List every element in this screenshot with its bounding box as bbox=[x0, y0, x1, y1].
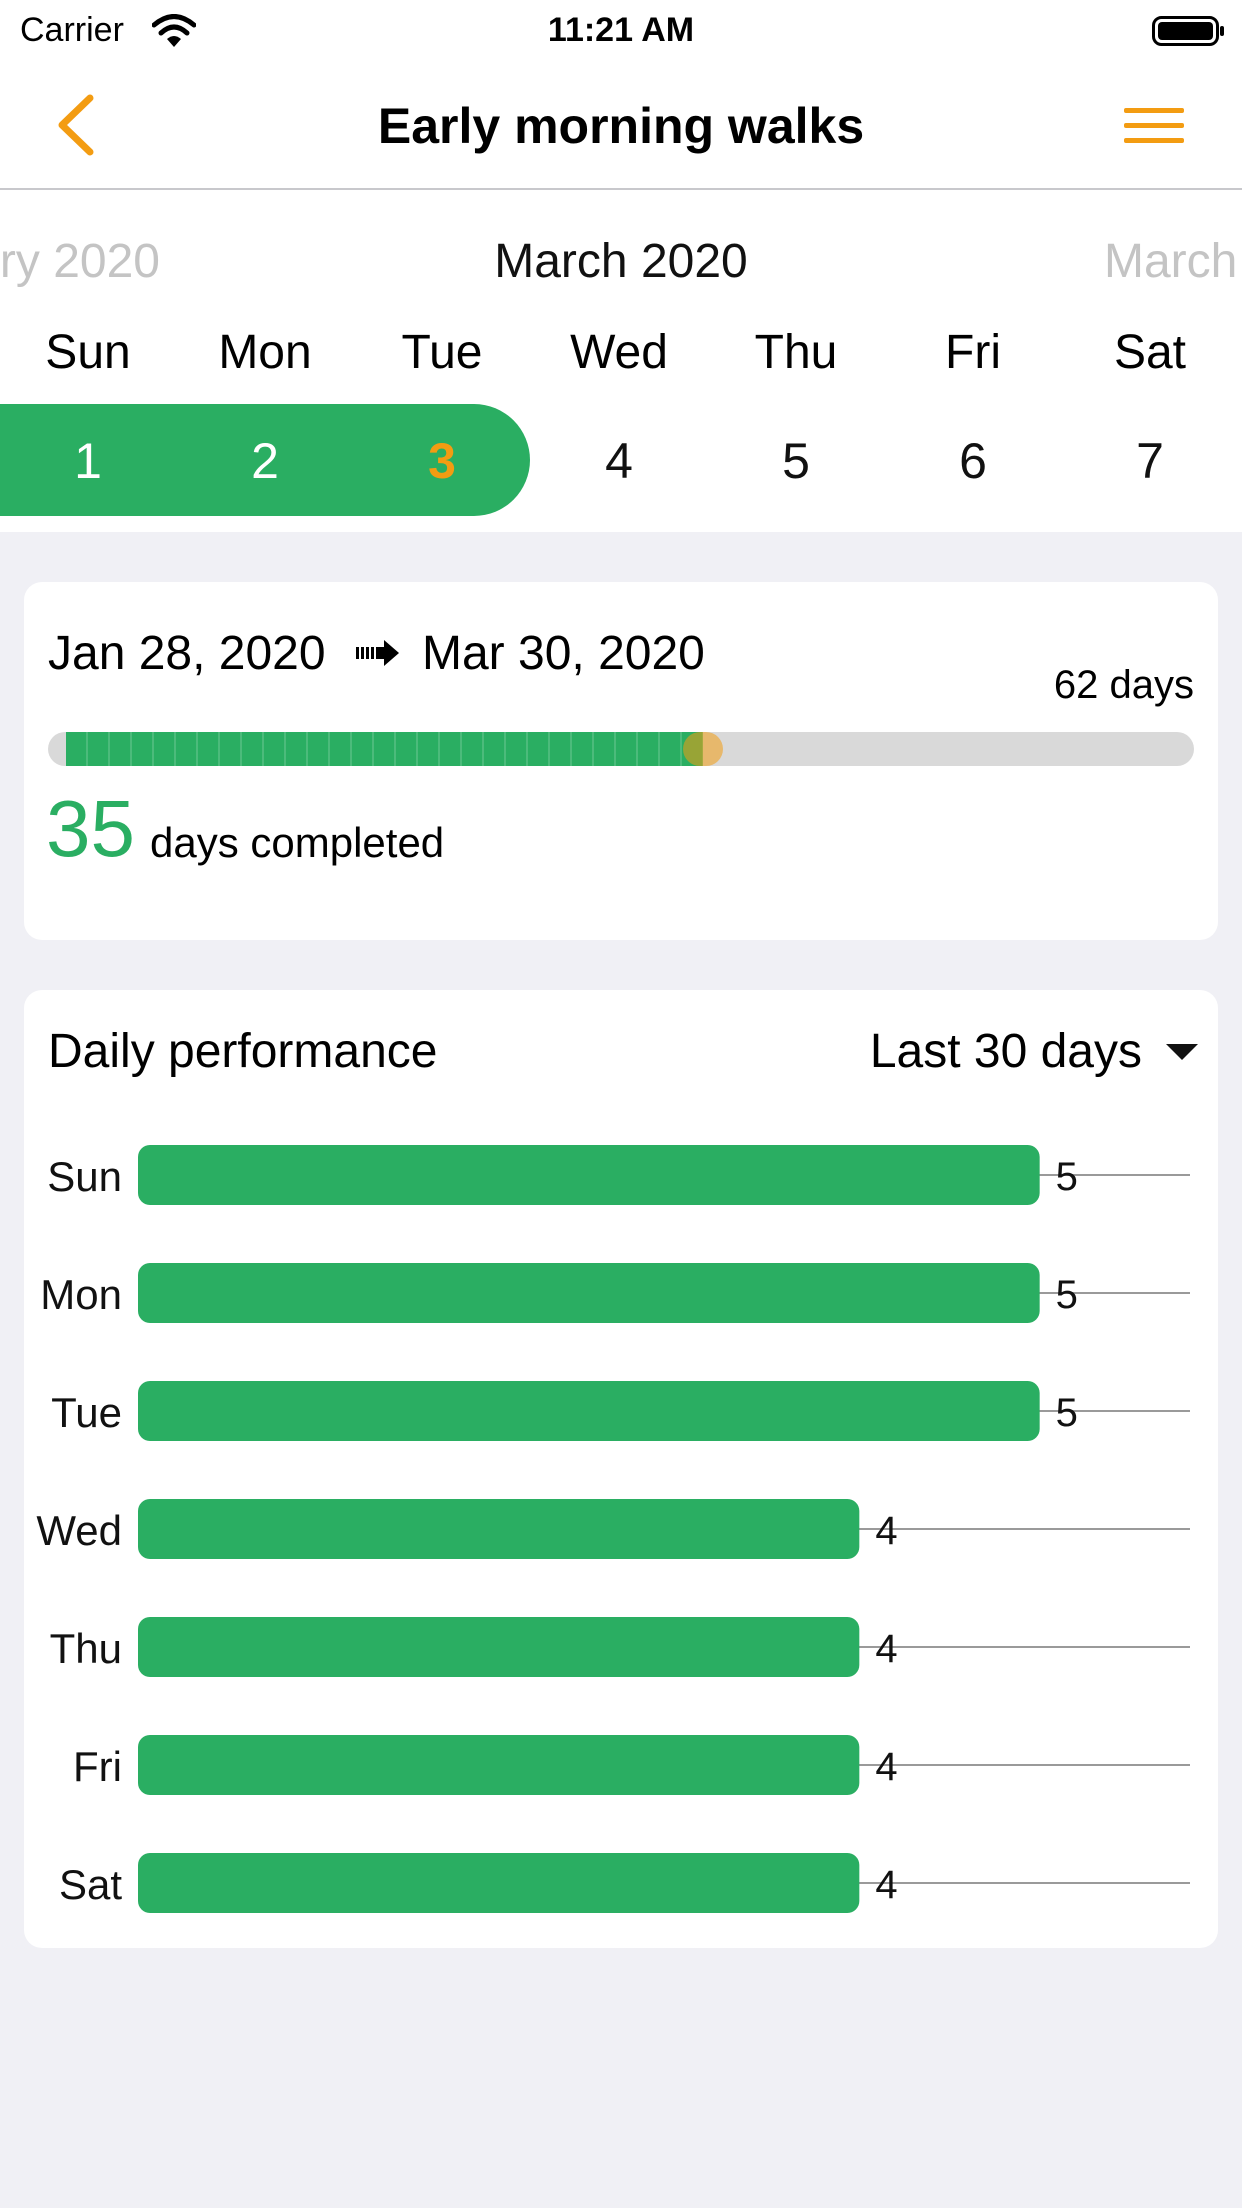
date-cell[interactable]: 6 bbox=[885, 404, 1061, 518]
bar-wed bbox=[138, 1499, 860, 1559]
date-cell[interactable]: 1 bbox=[0, 404, 176, 518]
bar-tue bbox=[138, 1381, 1040, 1441]
week-dates: 1 2 3 4 5 6 7 bbox=[0, 404, 1242, 518]
date-cell[interactable]: 2 bbox=[177, 404, 353, 518]
back-button[interactable] bbox=[50, 92, 110, 158]
status-bar: Carrier 11:21 AM bbox=[0, 0, 1242, 62]
month-carousel[interactable]: ry 2020 March 2020 March bbox=[0, 232, 1242, 292]
start-date: Jan 28, 2020 bbox=[48, 627, 326, 680]
progress-bar bbox=[48, 732, 1194, 766]
performance-card: Daily performance Last 30 days Sun 5 Mon 5 T… bbox=[24, 990, 1218, 1948]
date-cell[interactable]: 4 bbox=[531, 404, 707, 518]
category-label: Mon bbox=[40, 1271, 122, 1318]
weekday-label: Sat bbox=[1113, 326, 1187, 379]
bar-thu bbox=[138, 1617, 860, 1677]
completed-count: 35 bbox=[46, 784, 135, 873]
weekday-label: Fri bbox=[945, 326, 1001, 379]
date-cell[interactable]: 5 bbox=[708, 404, 884, 518]
arrow-right-icon bbox=[356, 640, 399, 666]
category-label: Fri bbox=[73, 1743, 122, 1790]
value-label: 4 bbox=[875, 1509, 897, 1553]
hamburger-menu-icon[interactable] bbox=[1122, 102, 1186, 150]
weekday-label: Wed bbox=[570, 326, 668, 379]
category-label: Tue bbox=[51, 1389, 122, 1436]
category-label: Thu bbox=[50, 1625, 122, 1672]
bar-fri bbox=[138, 1735, 860, 1795]
weekday-label: Thu bbox=[754, 326, 838, 379]
weekday-header: Sun Mon Tue Wed Thu Fri Sat bbox=[0, 322, 1242, 384]
battery-full-icon bbox=[1152, 16, 1224, 46]
progress-marker bbox=[683, 732, 723, 766]
summary-card: Jan 28, 2020 Mar 30, 2020 62 days 35 day… bbox=[24, 582, 1218, 940]
value-label: 4 bbox=[875, 1627, 897, 1671]
category-label: Sat bbox=[59, 1861, 122, 1908]
header-area: Carrier 11:21 AM Early morning walks ry … bbox=[0, 0, 1242, 532]
bar-sat bbox=[138, 1853, 860, 1913]
progress-fill bbox=[66, 732, 703, 766]
value-label: 4 bbox=[875, 1863, 897, 1907]
nav-bar: Early morning walks bbox=[0, 62, 1242, 190]
weekday-label: Tue bbox=[401, 326, 483, 379]
category-label: Sun bbox=[47, 1153, 122, 1200]
daily-performance-chart: Sun 5 Mon 5 Tue 5 Wed 4 Thu 4 Fri 4 Sat 4 bbox=[36, 1145, 1190, 1913]
bar-mon bbox=[138, 1263, 1040, 1323]
page-title: Early morning walks bbox=[377, 98, 865, 154]
category-label: Wed bbox=[36, 1507, 122, 1554]
total-days: 62 days bbox=[1053, 663, 1194, 707]
date-cell-today[interactable]: 3 bbox=[354, 404, 530, 518]
date-cell[interactable]: 7 bbox=[1062, 404, 1238, 518]
value-label: 5 bbox=[1056, 1391, 1078, 1435]
end-date: Mar 30, 2020 bbox=[422, 627, 705, 680]
weekday-label: Mon bbox=[218, 326, 312, 379]
value-label: 4 bbox=[875, 1745, 897, 1789]
current-month-label: March 2020 bbox=[494, 235, 748, 288]
status-time: 11:21 AM bbox=[547, 11, 695, 49]
value-label: 5 bbox=[1056, 1273, 1078, 1317]
value-label: 5 bbox=[1056, 1155, 1078, 1199]
bar-sun bbox=[138, 1145, 1040, 1205]
completed-label: days completed bbox=[150, 819, 445, 866]
next-month-label[interactable]: March bbox=[1104, 232, 1237, 292]
weekday-label: Sun bbox=[45, 326, 131, 379]
